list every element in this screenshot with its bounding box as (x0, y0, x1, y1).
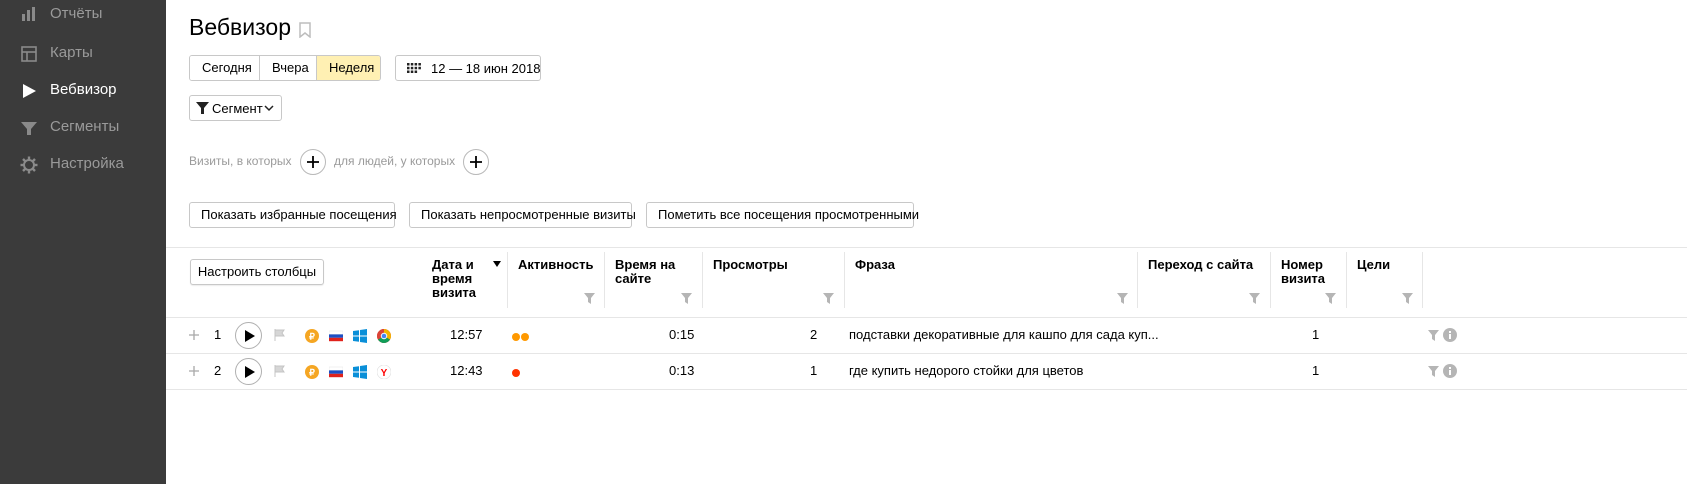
play-icon (245, 366, 255, 378)
phrase-filter-icon[interactable] (1117, 293, 1128, 304)
expand-row-icon[interactable] (189, 366, 199, 376)
sidebar-item-segments[interactable]: Сегменты (0, 111, 166, 145)
time-on-site-filter-icon[interactable] (681, 293, 692, 304)
people-condition-label: для людей, у которых (334, 154, 456, 168)
page-title: Вебвизор (189, 14, 291, 40)
sidebar-item-label: Карты (50, 44, 93, 61)
sidebar-item-reports[interactable]: Отчёты (0, 0, 166, 34)
chrome-icon (377, 329, 391, 343)
segment-label: Сегмент (212, 101, 263, 116)
referrer-filter-icon[interactable] (1249, 293, 1260, 304)
period-today-button[interactable]: Сегодня (190, 56, 260, 80)
filter-icon (21, 122, 37, 135)
search-engine-icon: ₽ (305, 329, 319, 343)
sort-desc-icon[interactable] (493, 261, 501, 267)
main-content: Вебвизор Сегодня Вчера Неделя 12 — 18 ию… (166, 0, 1687, 484)
bookmark-icon[interactable] (299, 22, 311, 38)
yandex-browser-icon: Y (377, 365, 391, 379)
expand-row-icon[interactable] (189, 330, 199, 340)
divider (166, 247, 1687, 248)
filter-icon (196, 102, 209, 114)
svg-text:₽: ₽ (309, 368, 315, 378)
add-visit-condition-button[interactable] (300, 149, 326, 175)
pageviews-value: 2 (810, 327, 818, 342)
sidebar-item-label: Сегменты (50, 118, 120, 135)
info-icon[interactable] (1443, 328, 1457, 342)
plus-icon (307, 156, 319, 168)
show-favorites-button[interactable]: Показать избранные посещения (189, 202, 397, 228)
visit-number-value: 1 (1312, 327, 1320, 342)
chevron-down-icon (264, 105, 274, 112)
sidebar-item-label: Вебвизор (50, 81, 117, 98)
sidebar-item-settings[interactable]: Настройка (0, 148, 166, 182)
flag-icon[interactable] (274, 365, 285, 377)
sidebar-item-maps[interactable]: Карты (0, 37, 166, 71)
column-header-referrer[interactable]: Переход с сайта (1148, 258, 1258, 272)
visit-number-filter-icon[interactable] (1325, 293, 1336, 304)
search-phrase: где купить недорого стойки для цветов (849, 363, 1084, 378)
gear-icon (20, 156, 38, 174)
search-engine-icon: ₽ (305, 365, 319, 379)
time-on-site-value: 0:13 (669, 363, 695, 378)
column-header-goals[interactable]: Цели (1357, 258, 1407, 272)
show-unviewed-button[interactable]: Показать непросмотренные визиты (409, 202, 636, 228)
visit-time: 12:43 (450, 363, 483, 378)
visit-number-value: 1 (1312, 363, 1320, 378)
column-header-pageviews[interactable]: Просмотры (713, 258, 813, 272)
row-filter-icon[interactable] (1428, 330, 1439, 341)
activity-dot (512, 333, 520, 341)
add-people-condition-button[interactable] (463, 149, 489, 175)
play-icon (245, 330, 255, 342)
calendar-icon (407, 63, 421, 73)
mark-all-viewed-button[interactable]: Пометить все посещения просмотренными (646, 202, 919, 228)
sidebar-item-label: Настройка (50, 155, 124, 172)
segment-dropdown[interactable]: Сегмент (189, 95, 282, 121)
sidebar-item-label: Отчёты (50, 5, 103, 22)
svg-text:₽: ₽ (309, 332, 315, 342)
sidebar: Отчёты Карты Вебвизор Сегменты Настройка (0, 0, 166, 484)
map-icon (21, 46, 37, 62)
row-index: 1 (214, 327, 222, 342)
period-selector: Сегодня Вчера Неделя (189, 55, 381, 81)
activity-dot (512, 369, 520, 377)
search-phrase: подставки декоративные для кашпо для сад… (849, 327, 1159, 342)
time-on-site-value: 0:15 (669, 327, 695, 342)
windows-icon (353, 365, 367, 379)
info-icon[interactable] (1443, 364, 1457, 378)
activity-dot (521, 333, 529, 341)
play-visit-button[interactable] (235, 358, 262, 385)
date-range-label: 12 — 18 июн 2018 (431, 61, 541, 76)
column-header-phrase[interactable]: Фраза (855, 258, 955, 272)
row-filter-icon[interactable] (1428, 366, 1439, 377)
plus-icon (470, 156, 482, 168)
goals-filter-icon[interactable] (1402, 293, 1413, 304)
russia-flag-icon (329, 366, 343, 378)
play-visit-button[interactable] (235, 322, 262, 349)
play-icon (23, 84, 36, 98)
column-header-visit-number[interactable]: Номер визита (1281, 258, 1343, 286)
windows-icon (353, 329, 367, 343)
configure-columns-button[interactable]: Настроить столбцы (190, 259, 324, 285)
column-header-activity[interactable]: Активность (518, 258, 598, 272)
column-header-datetime[interactable]: Дата и время визита (432, 258, 490, 300)
russia-flag-icon (329, 330, 343, 342)
pageviews-filter-icon[interactable] (823, 293, 834, 304)
visits-condition-label: Визиты, в которых (189, 154, 292, 168)
date-range-button[interactable]: 12 — 18 июн 2018 (395, 55, 541, 81)
row-index: 2 (214, 363, 222, 378)
app-window: Отчёты Карты Вебвизор Сегменты Настройка… (0, 0, 1687, 484)
period-yesterday-button[interactable]: Вчера (260, 56, 317, 80)
bar-chart-icon (22, 7, 35, 21)
flag-icon[interactable] (274, 329, 285, 341)
period-week-button[interactable]: Неделя (317, 56, 380, 80)
activity-filter-icon[interactable] (584, 293, 595, 304)
svg-text:Y: Y (381, 368, 388, 379)
column-header-time-on-site[interactable]: Время на сайте (615, 258, 689, 286)
visit-time: 12:57 (450, 327, 483, 342)
pageviews-value: 1 (810, 363, 818, 378)
sidebar-item-webvisor[interactable]: Вебвизор (0, 74, 166, 108)
